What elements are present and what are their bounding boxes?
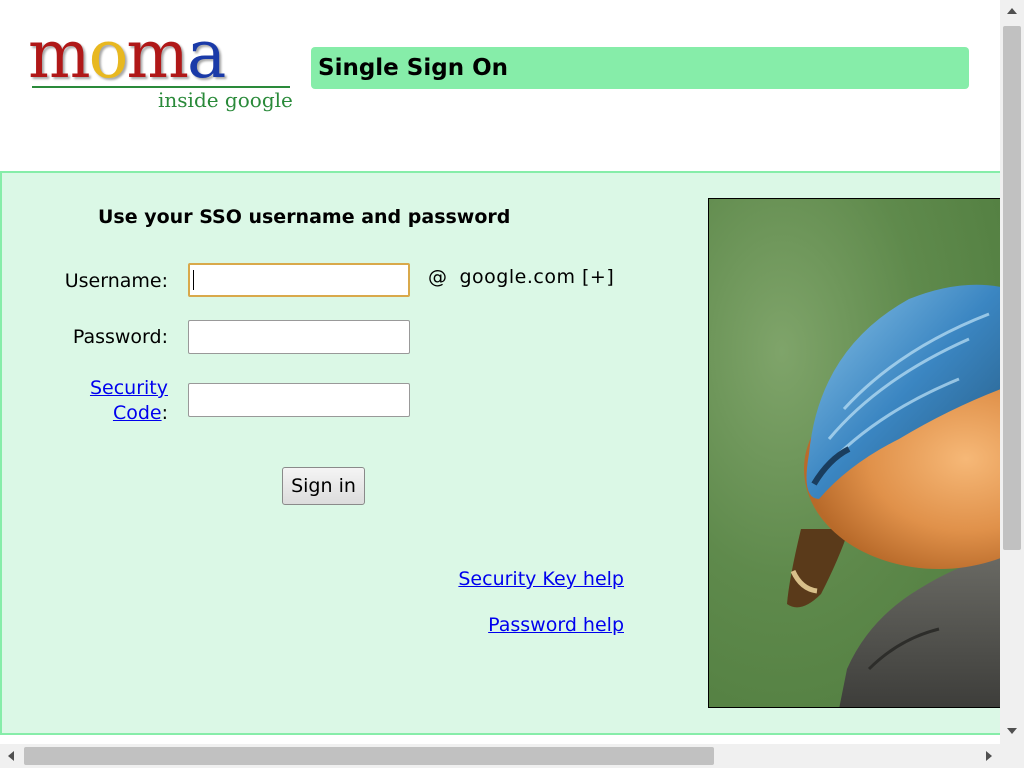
domain-name: google.com [459, 266, 576, 288]
page-title: Single Sign On [311, 47, 969, 89]
security-code-link-line2[interactable]: Code [113, 402, 162, 424]
kingfisher-illustration [787, 284, 1000, 707]
scroll-right-icon[interactable] [986, 751, 992, 761]
username-input[interactable] [188, 263, 410, 297]
domain-selector: @ google.com [+] [428, 266, 614, 288]
password-help-link[interactable]: Password help [488, 614, 624, 636]
password-label: Password: [72, 326, 168, 348]
text-caret [193, 270, 194, 290]
security-code-input[interactable] [188, 383, 410, 417]
form-heading: Use your SSO username and password [98, 206, 511, 228]
logo-word: moma [28, 22, 226, 88]
domain-expand-toggle[interactable]: [+] [582, 266, 614, 288]
domain-at-sign: @ [428, 266, 448, 288]
username-label: Username: [64, 270, 168, 292]
logo-subtitle: inside google [158, 88, 293, 112]
security-code-link-line1[interactable]: Security [90, 377, 168, 399]
logo-letter-a: a [186, 16, 226, 93]
kingfisher-photo [708, 198, 1000, 708]
scroll-left-icon[interactable] [8, 751, 14, 761]
logo-letter-o: o [88, 16, 129, 93]
scroll-down-icon[interactable] [1007, 728, 1017, 734]
horizontal-scroll-thumb[interactable] [24, 747, 714, 765]
logo-letter-m1: m [28, 16, 91, 93]
security-code-colon: : [161, 402, 168, 424]
vertical-scroll-thumb[interactable] [1003, 26, 1021, 550]
password-input[interactable] [188, 320, 410, 354]
security-key-help-link[interactable]: Security Key help [458, 568, 624, 590]
security-key-help: Security Key help [324, 568, 624, 590]
scroll-up-icon[interactable] [1007, 8, 1017, 14]
password-help: Password help [324, 614, 624, 636]
logo-letter-m2: m [126, 16, 189, 93]
moma-logo: moma inside google [28, 22, 298, 122]
sign-in-button[interactable]: Sign in [282, 467, 365, 505]
security-code-label: Security Code: [0, 376, 168, 426]
